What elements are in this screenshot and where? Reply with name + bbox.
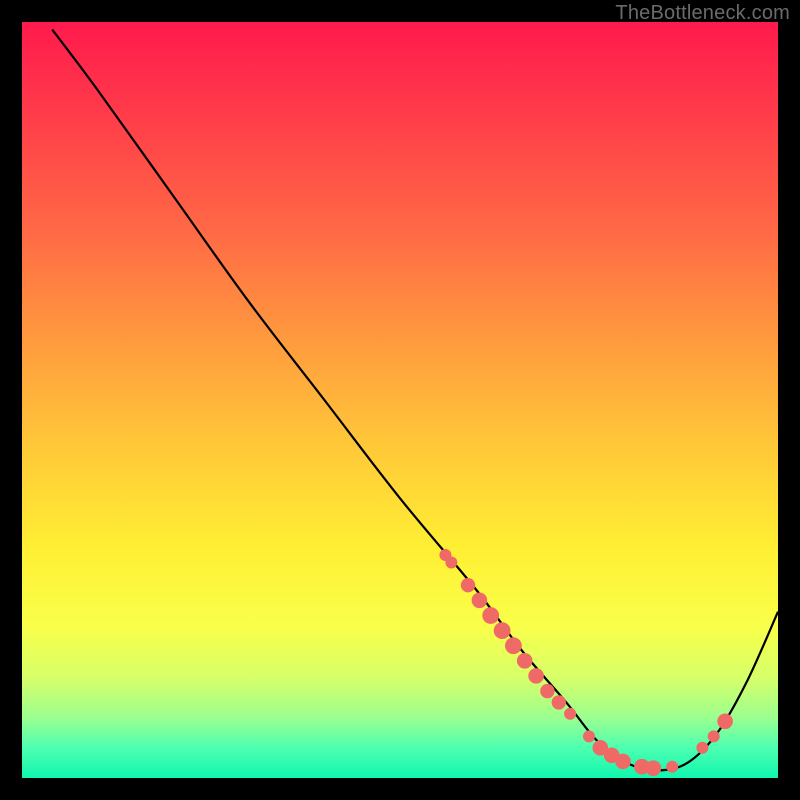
highlight-dot [646, 760, 662, 776]
highlight-dot [482, 607, 499, 624]
highlight-dot [445, 557, 457, 569]
highlight-dot [666, 761, 678, 773]
highlight-dot [583, 730, 595, 742]
highlight-dot [615, 754, 631, 770]
highlight-dot [505, 637, 522, 654]
highlight-dots [439, 549, 732, 776]
highlight-dot [461, 578, 475, 592]
highlight-dot [517, 653, 533, 669]
highlight-dot [472, 593, 488, 609]
highlight-dot [717, 714, 733, 730]
highlight-dot [528, 668, 544, 684]
highlight-dot [696, 742, 708, 754]
curve-overlay [22, 22, 778, 778]
highlight-dot [552, 695, 566, 709]
highlight-dot [540, 684, 554, 698]
highlight-dot [494, 622, 511, 639]
bottleneck-curve [52, 30, 778, 771]
highlight-dot [564, 708, 576, 720]
highlight-dot [708, 730, 720, 742]
